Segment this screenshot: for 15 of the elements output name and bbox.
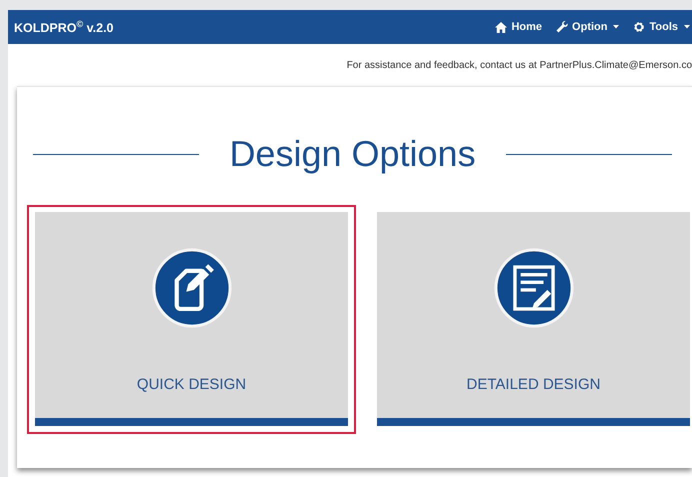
wrench-icon xyxy=(556,21,568,33)
document-edit-icon xyxy=(494,248,574,328)
pencil-note-icon xyxy=(152,248,232,328)
page-title: Design Options xyxy=(229,133,476,175)
nav-menu-item[interactable]: Option xyxy=(556,21,620,33)
assistance-text: For assistance and feedback, contact us at PartnerPlus.Climate@Emerson.co xyxy=(346,60,692,70)
design-option-card[interactable]: DETAILED DESIGN xyxy=(377,212,690,426)
card-label: QUICK DESIGN xyxy=(136,376,246,393)
nav-menu-item[interactable]: Home xyxy=(495,21,542,33)
home-icon xyxy=(495,21,508,33)
app-brand[interactable]: KOLDPRO$^{©}$ v.2.0 xyxy=(14,18,114,36)
nav-menu-item[interactable]: Tools xyxy=(633,21,690,33)
gear-icon xyxy=(633,21,646,33)
design-option-card[interactable]: QUICK DESIGN xyxy=(35,212,348,426)
card-label: DETAILED DESIGN xyxy=(466,376,600,393)
